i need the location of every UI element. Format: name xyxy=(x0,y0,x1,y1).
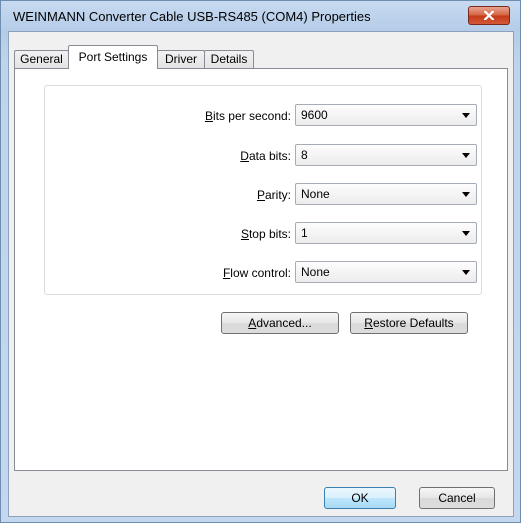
parity-select[interactable]: None xyxy=(295,183,477,205)
parity-label: Parity: xyxy=(256,188,291,202)
settings-group: Bits per second: 9600 Data bits: 8 Parit… xyxy=(44,85,482,295)
dialog-client: General Port Settings Driver Details Bit… xyxy=(8,31,514,517)
tab-label: Driver xyxy=(165,52,197,66)
combo-value: None xyxy=(301,265,330,279)
chevron-down-icon xyxy=(462,113,470,118)
tab-label: Port Settings xyxy=(78,50,148,64)
tab-port-settings[interactable]: Port Settings xyxy=(68,45,158,69)
combo-value: None xyxy=(301,187,330,201)
flow-control-label: Flow control: xyxy=(222,266,291,280)
tab-label: Details xyxy=(210,52,248,66)
title-bar[interactable]: WEINMANN Converter Cable USB-RS485 (COM4… xyxy=(1,1,520,31)
window-title: WEINMANN Converter Cable USB-RS485 (COM4… xyxy=(13,9,371,24)
data-bits-label: Data bits: xyxy=(240,149,291,163)
tab-label: General xyxy=(20,52,63,66)
bits-per-second-label: Bits per second: xyxy=(204,109,291,123)
close-icon xyxy=(484,11,494,20)
chevron-down-icon xyxy=(462,270,470,275)
flow-control-select[interactable]: None xyxy=(295,261,477,283)
properties-window: WEINMANN Converter Cable USB-RS485 (COM4… xyxy=(0,0,521,523)
cancel-button[interactable]: Cancel xyxy=(419,487,495,509)
tab-driver[interactable]: Driver xyxy=(157,50,205,68)
restore-defaults-button[interactable]: Restore Defaults xyxy=(350,312,468,334)
chevron-down-icon xyxy=(462,192,470,197)
tab-details[interactable]: Details xyxy=(204,50,254,68)
data-bits-select[interactable]: 8 xyxy=(295,144,477,166)
stop-bits-label: Stop bits: xyxy=(240,227,291,241)
ok-button[interactable]: OK xyxy=(324,487,396,509)
advanced-button[interactable]: Advanced... xyxy=(221,312,339,334)
chevron-down-icon xyxy=(462,153,470,158)
combo-value: 9600 xyxy=(301,108,328,122)
tab-general[interactable]: General xyxy=(14,50,69,68)
combo-value: 1 xyxy=(301,226,308,240)
close-button[interactable] xyxy=(468,6,510,25)
port-settings-panel: Bits per second: 9600 Data bits: 8 Parit… xyxy=(14,68,508,471)
chevron-down-icon xyxy=(462,231,470,236)
bits-per-second-select[interactable]: 9600 xyxy=(295,104,477,126)
combo-value: 8 xyxy=(301,148,308,162)
stop-bits-select[interactable]: 1 xyxy=(295,222,477,244)
